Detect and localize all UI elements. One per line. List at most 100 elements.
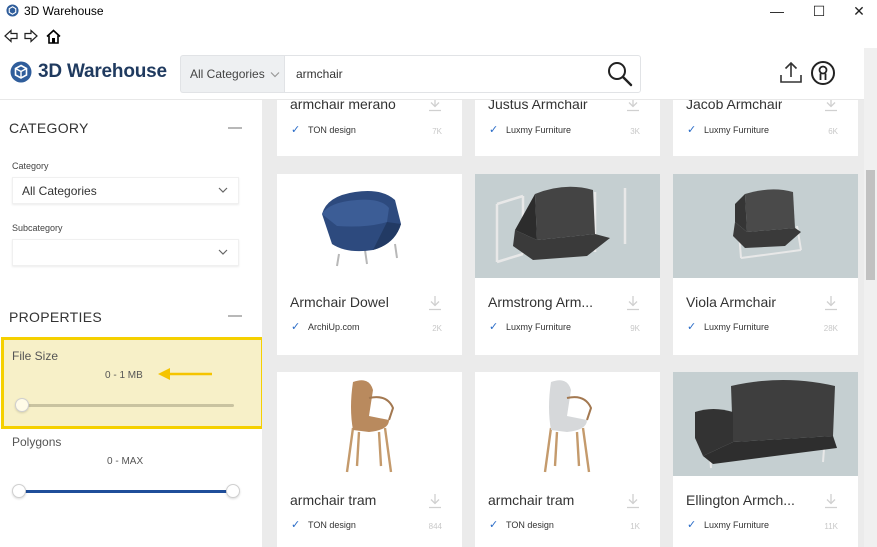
title-bar: 3D Warehouse — ☐ ✕ (0, 0, 877, 22)
model-card[interactable]: Viola Armchair ✓ Luxmy Furniture 28K (673, 174, 858, 355)
model-title[interactable]: armchair merano (290, 100, 396, 112)
verified-check-icon: ✓ (687, 124, 697, 136)
category-dropdown-value: All Categories (22, 183, 97, 198)
search-icon (608, 62, 633, 87)
download-icon[interactable] (625, 493, 641, 509)
filesize-label: File Size (12, 349, 59, 363)
verified-check-icon: ✓ (489, 519, 499, 531)
model-author[interactable]: Luxmy Furniture (704, 520, 769, 530)
verified-check-icon: ✓ (291, 321, 301, 333)
model-card[interactable]: Jacob Armchair ✓ Luxmy Furniture 6K (673, 100, 858, 156)
forward-arrow-icon (24, 29, 38, 43)
download-count: 1K (630, 522, 640, 531)
download-icon[interactable] (427, 100, 443, 112)
model-author[interactable]: TON design (308, 125, 356, 135)
download-icon[interactable] (427, 295, 443, 311)
back-arrow-icon (4, 29, 18, 43)
home-icon (45, 28, 61, 44)
close-button[interactable]: ✕ (838, 0, 877, 22)
brand-logo[interactable]: 3D Warehouse (10, 61, 167, 83)
category-section-title: CATEGORY (9, 120, 89, 136)
download-count: 7K (432, 127, 442, 136)
window-title: 3D Warehouse (24, 4, 104, 18)
download-icon[interactable] (625, 295, 641, 311)
model-title[interactable]: armchair tram (488, 492, 574, 508)
model-thumbnail[interactable] (673, 174, 858, 278)
back-button[interactable] (2, 26, 20, 46)
download-count: 9K (630, 324, 640, 333)
model-title[interactable]: Viola Armchair (686, 294, 776, 310)
download-count: 3K (630, 127, 640, 136)
properties-collapse-button[interactable] (228, 315, 242, 317)
model-author[interactable]: ArchiUp.com (308, 322, 360, 332)
forward-button[interactable] (22, 26, 40, 46)
model-title[interactable]: Justus Armchair (488, 100, 588, 112)
warehouse-logo-icon (10, 61, 32, 83)
verified-check-icon: ✓ (489, 321, 499, 333)
verified-check-icon: ✓ (489, 124, 499, 136)
search-button[interactable] (606, 60, 634, 88)
nav-bar (0, 24, 877, 48)
category-collapse-button[interactable] (228, 127, 242, 129)
results-grid: armchair merano ✓ TON design 7K Justus A… (262, 100, 864, 547)
model-card[interactable]: Armchair Dowel ✓ ArchiUp.com 2K (277, 174, 462, 355)
filesize-range-value: 0 - 1 MB (105, 370, 143, 381)
minimize-button[interactable]: — (756, 0, 798, 22)
model-title[interactable]: Jacob Armchair (686, 100, 782, 112)
model-author[interactable]: Luxmy Furniture (506, 125, 571, 135)
user-account-icon (811, 61, 835, 85)
download-count: 28K (823, 324, 838, 333)
model-card[interactable]: Ellington Armch... ✓ Luxmy Furniture 11K (673, 372, 858, 547)
search-category-select[interactable]: All Categories (180, 55, 284, 93)
app-header: 3D Warehouse All Categories (0, 48, 864, 100)
model-thumbnail[interactable] (673, 372, 858, 476)
download-icon[interactable] (823, 493, 839, 509)
brand-name: 3D Warehouse (38, 61, 167, 82)
subcategory-field-label: Subcategory (12, 223, 63, 233)
scrollbar-thumb[interactable] (866, 170, 875, 280)
model-author[interactable]: Luxmy Furniture (506, 322, 571, 332)
vertical-scrollbar[interactable] (864, 48, 877, 547)
filter-sidebar: CATEGORY Category All Categories Subcate… (0, 100, 264, 547)
model-thumbnail[interactable] (475, 372, 660, 476)
account-button[interactable] (810, 60, 836, 86)
model-author[interactable]: TON design (308, 520, 356, 530)
model-title[interactable]: Armstrong Arm... (488, 294, 593, 310)
download-count: 2K (432, 324, 442, 333)
model-author[interactable]: TON design (506, 520, 554, 530)
model-card[interactable]: armchair tram ✓ TON design 1K (475, 372, 660, 547)
upload-button[interactable] (778, 60, 804, 86)
model-thumbnail[interactable] (277, 174, 462, 278)
subcategory-dropdown[interactable] (12, 239, 239, 266)
download-icon[interactable] (427, 493, 443, 509)
download-count: 844 (428, 522, 442, 531)
model-title[interactable]: armchair tram (290, 492, 376, 508)
polygons-slider-min-handle[interactable] (12, 484, 26, 498)
model-thumbnail[interactable] (475, 174, 660, 278)
model-title[interactable]: Armchair Dowel (290, 294, 389, 310)
download-icon[interactable] (823, 295, 839, 311)
model-thumbnail[interactable] (277, 372, 462, 476)
verified-check-icon: ✓ (687, 519, 697, 531)
filesize-slider-handle[interactable] (15, 398, 29, 412)
chevron-down-icon (270, 71, 280, 77)
model-card[interactable]: armchair merano ✓ TON design 7K (277, 100, 462, 156)
model-card[interactable]: armchair tram ✓ TON design 844 (277, 372, 462, 547)
model-author[interactable]: Luxmy Furniture (704, 125, 769, 135)
polygons-slider-track[interactable] (19, 490, 233, 493)
model-card[interactable]: Armstrong Arm... ✓ Luxmy Furniture 9K (475, 174, 660, 355)
model-title[interactable]: Ellington Armch... (686, 492, 795, 508)
download-count: 11K (824, 522, 838, 531)
download-icon[interactable] (625, 100, 641, 112)
model-card[interactable]: Justus Armchair ✓ Luxmy Furniture 3K (475, 100, 660, 156)
download-icon[interactable] (823, 100, 839, 112)
model-author[interactable]: Luxmy Furniture (704, 322, 769, 332)
search-input[interactable] (284, 55, 641, 93)
polygons-slider-max-handle[interactable] (226, 484, 240, 498)
properties-section-title: PROPERTIES (9, 309, 102, 325)
filesize-slider-track[interactable] (18, 404, 234, 407)
category-field-label: Category (12, 161, 49, 171)
home-button[interactable] (44, 26, 62, 46)
maximize-button[interactable]: ☐ (798, 0, 840, 22)
category-dropdown[interactable]: All Categories (12, 177, 239, 204)
